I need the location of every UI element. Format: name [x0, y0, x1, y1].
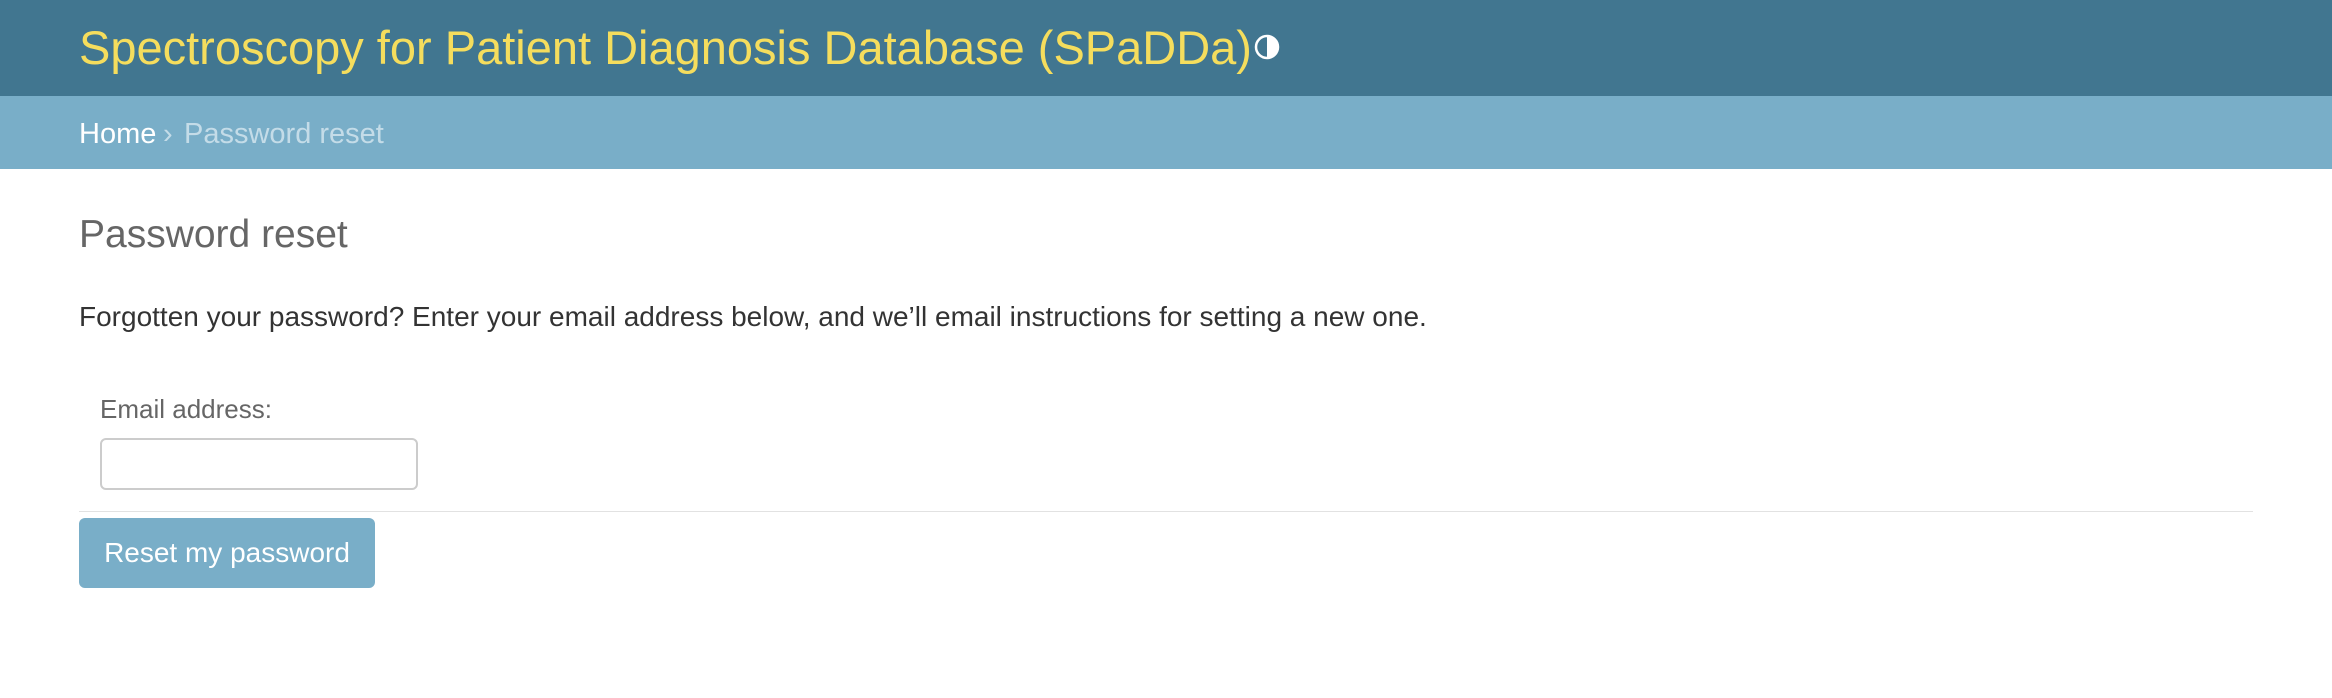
reset-password-button[interactable]: Reset my password: [79, 518, 375, 588]
form-divider: [79, 511, 2253, 512]
email-label: Email address:: [100, 394, 272, 424]
email-field[interactable]: [100, 438, 418, 490]
breadcrumb-current: Password reset: [184, 118, 384, 150]
site-header: Spectroscopy for Patient Diagnosis Datab…: [0, 0, 2332, 96]
contrast-icon[interactable]: [1254, 34, 1280, 60]
breadcrumb-separator: ›: [163, 118, 173, 150]
breadcrumb-home-link[interactable]: Home: [79, 117, 156, 151]
page-title: Password reset: [79, 213, 348, 256]
site-title-link[interactable]: Spectroscopy for Patient Diagnosis Datab…: [79, 19, 1252, 77]
intro-text: Forgotten your password? Enter your emai…: [79, 301, 1427, 332]
